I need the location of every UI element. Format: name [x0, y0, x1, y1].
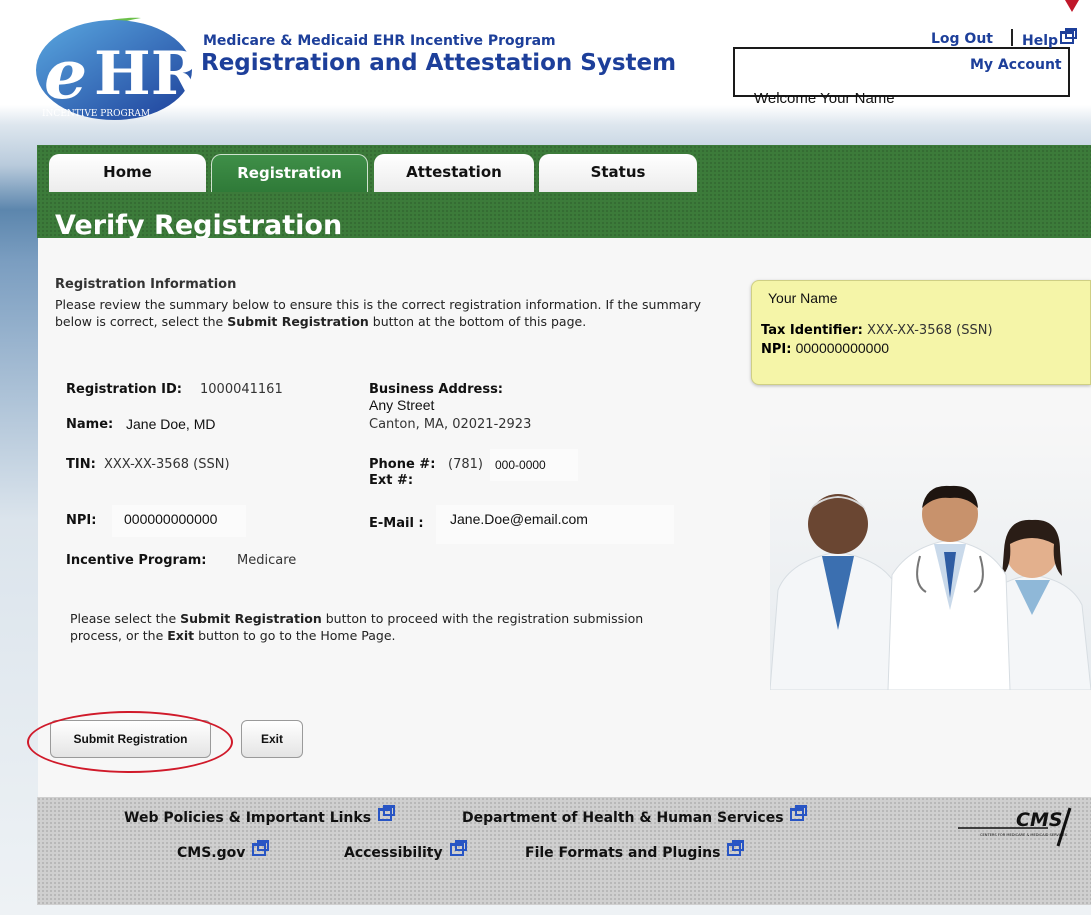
phone-label: Phone #: — [369, 457, 436, 472]
svg-text:e: e — [44, 35, 87, 115]
page-title: Verify Registration — [55, 210, 343, 241]
external-window-icon — [727, 840, 745, 856]
sidebar-npi: NPI: 000000000000 — [761, 340, 889, 357]
my-account-link[interactable]: My Account — [970, 57, 1062, 73]
name-label: Name: — [66, 417, 114, 432]
footer-cms-gov-link[interactable]: CMS.gov — [177, 840, 270, 861]
email-value: Jane.Doe@email.com — [450, 511, 588, 527]
address-line1: Any Street — [369, 397, 435, 413]
footer-accessibility-link[interactable]: Accessibility — [344, 840, 467, 861]
external-window-icon — [252, 840, 270, 856]
external-window-icon — [449, 840, 467, 856]
npi-value: 000000000000 — [124, 511, 218, 527]
tab-registration[interactable]: Registration — [211, 154, 368, 192]
intro-text: Please review the summary below to ensur… — [55, 297, 702, 329]
tax-identifier: Tax Identifier: XXX-XX-3568 (SSN) — [761, 323, 993, 338]
business-address-label: Business Address: — [369, 382, 504, 397]
ehr-logo: e HR INCENTIVE PROGRAM — [36, 17, 196, 120]
email-label: E-Mail : — [369, 516, 424, 531]
external-window-icon — [790, 805, 808, 821]
tax-identifier-label: Tax Identifier: — [761, 323, 863, 338]
welcome-text: Welcome Your Name — [754, 90, 895, 107]
cms-logo: CMS CENTERS FOR MEDICARE & MEDICAID SERV… — [958, 807, 1072, 847]
provider-name: Your Name — [768, 290, 838, 306]
tin-label: TIN: — [66, 457, 96, 472]
footer-web-policies-link[interactable]: Web Policies & Important Links — [124, 805, 395, 826]
sidebar-npi-value: 000000000000 — [795, 340, 890, 356]
program-subtitle: Medicare & Medicaid EHR Incentive Progra… — [203, 33, 556, 49]
sidebar-npi-label: NPI: — [761, 342, 792, 357]
footer-hhs-link[interactable]: Department of Health & Human Services — [462, 805, 808, 826]
registration-id-label: Registration ID: — [66, 382, 182, 397]
header-divider — [1011, 29, 1013, 46]
doctors-photo — [770, 485, 1091, 690]
tax-identifier-value: XXX-XX-3568 (SSN) — [866, 323, 993, 338]
incentive-program-label: Incentive Program: — [66, 553, 207, 568]
pointer-arrow-icon — [1065, 0, 1079, 12]
cms-logo-text: CMS — [1016, 809, 1063, 831]
registration-id-value: 1000041161 — [200, 382, 283, 397]
tab-home[interactable]: Home — [49, 154, 206, 192]
cms-logo-subtext: CENTERS FOR MEDICARE & MEDICAID SERVICES — [980, 833, 1068, 837]
npi-label: NPI: — [66, 513, 97, 528]
program-title: Registration and Attestation System — [201, 50, 677, 76]
external-window-icon — [1060, 28, 1078, 44]
phone-number-value: 000-0000 — [495, 458, 546, 472]
footer-file-formats-link[interactable]: File Formats and Plugins — [525, 840, 745, 861]
address-line2: Canton, MA, 02021-2923 — [369, 417, 532, 432]
logout-link[interactable]: Log Out — [931, 31, 993, 47]
help-link[interactable]: Help — [1022, 28, 1078, 49]
external-window-icon — [377, 805, 395, 821]
name-value: Jane Doe, MD — [126, 416, 216, 432]
incentive-program-value: Medicare — [237, 553, 297, 568]
exit-button[interactable]: Exit — [241, 720, 303, 758]
section-title: Registration Information — [55, 277, 237, 292]
tab-attestation[interactable]: Attestation — [374, 154, 534, 192]
help-label: Help — [1022, 33, 1059, 49]
ext-label: Ext #: — [369, 473, 414, 488]
svg-text:HR: HR — [94, 39, 196, 109]
logo-subtext: INCENTIVE PROGRAM — [42, 109, 150, 119]
phone-area-code: (781) — [448, 457, 483, 472]
instructions-text: Please select the Submit Registration bu… — [70, 611, 644, 643]
tin-value: XXX-XX-3568 (SSN) — [104, 457, 230, 472]
logout-label: Log Out — [931, 31, 993, 47]
submit-registration-button[interactable]: Submit Registration — [50, 720, 211, 758]
tab-status[interactable]: Status — [539, 154, 697, 192]
